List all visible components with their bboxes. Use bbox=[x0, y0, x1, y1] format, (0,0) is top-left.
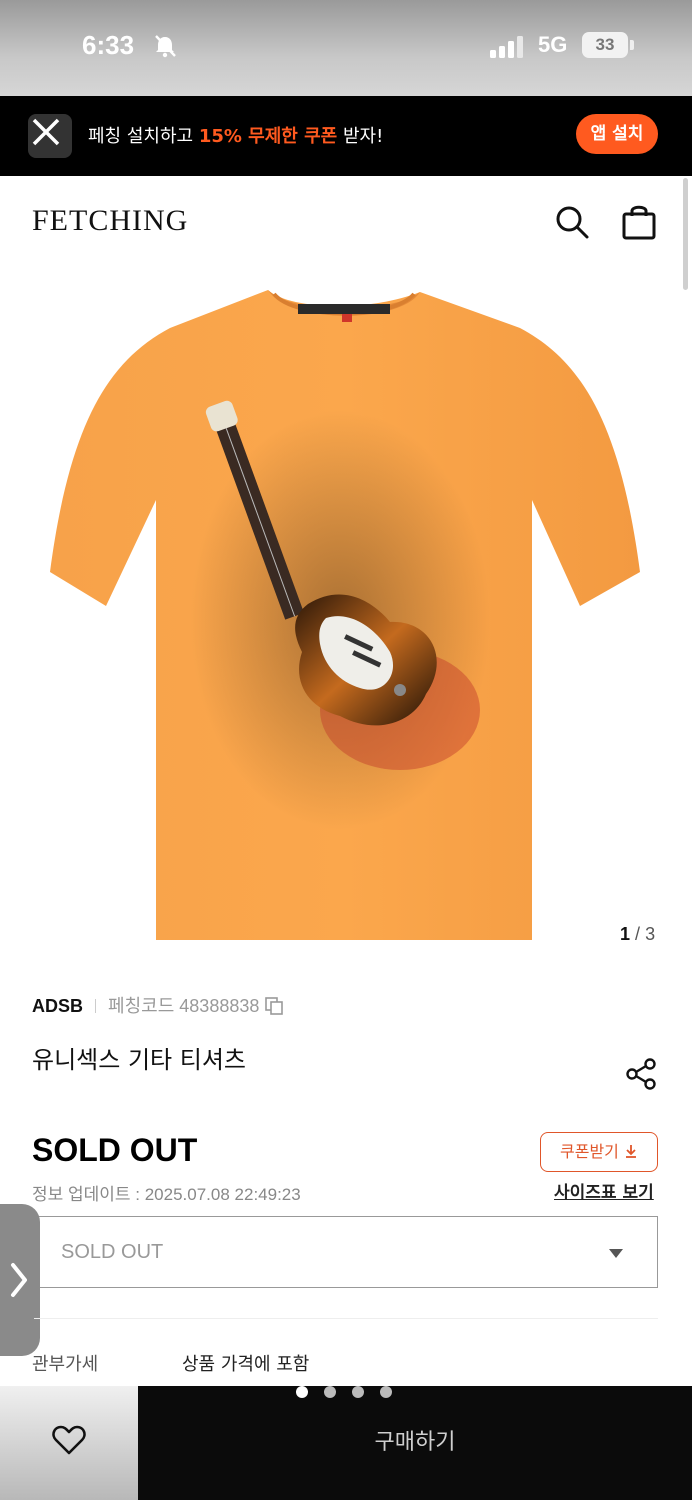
fetching-code-label: 페칭코드 bbox=[108, 996, 175, 1016]
side-drawer-tab[interactable] bbox=[0, 1204, 40, 1356]
carousel-dot-active[interactable] bbox=[296, 1386, 308, 1398]
app-install-banner: 페칭 설치하고 15% 무제한 쿠폰 받자! 앱 설치 bbox=[0, 96, 692, 176]
bell-off-icon bbox=[155, 35, 176, 58]
chevron-down-icon bbox=[609, 1249, 623, 1258]
option-select[interactable]: SOLD OUT bbox=[34, 1216, 658, 1288]
search-icon[interactable] bbox=[554, 204, 590, 240]
fetching-logo[interactable]: FETCHING bbox=[32, 204, 188, 238]
banner-highlight: 15% 무제한 쿠폰 bbox=[198, 126, 338, 147]
share-icon[interactable] bbox=[624, 1056, 660, 1092]
signal-icon bbox=[490, 36, 523, 58]
banner-text-after: 받자! bbox=[337, 126, 384, 147]
bottom-action-bar: 구매하기 bbox=[0, 1386, 692, 1500]
banner-text-before: 페칭 설치하고 bbox=[88, 126, 199, 147]
price-status: SOLD OUT bbox=[32, 1132, 198, 1168]
wishlist-button[interactable] bbox=[0, 1386, 138, 1500]
close-banner-button[interactable] bbox=[28, 114, 72, 158]
carousel-dot[interactable] bbox=[352, 1386, 364, 1398]
heart-icon bbox=[52, 1425, 86, 1455]
section-divider bbox=[34, 1318, 658, 1319]
install-app-button[interactable]: 앱 설치 bbox=[576, 114, 658, 154]
gallery-page-indicator: 1 / 3 bbox=[620, 924, 655, 945]
fetching-code: 48388838 bbox=[179, 996, 260, 1016]
gallery-total-pages: 3 bbox=[645, 924, 656, 944]
network-type: 5G bbox=[538, 32, 568, 57]
size-guide-link[interactable]: 사이즈표 보기 bbox=[554, 1178, 654, 1203]
info-updated: 정보 업데이트 : 2025.07.08 22:49:23 bbox=[32, 1185, 301, 1204]
product-image[interactable] bbox=[40, 280, 650, 952]
status-bar: 6:33 5G 33 bbox=[0, 0, 692, 96]
banner-message: 페칭 설치하고 15% 무제한 쿠폰 받자! bbox=[88, 122, 383, 148]
download-icon bbox=[625, 1145, 636, 1158]
chevron-right-icon bbox=[11, 1263, 27, 1297]
gallery-separator: / bbox=[635, 924, 641, 944]
battery-indicator: 33 bbox=[582, 32, 628, 58]
shopping-bag-icon[interactable] bbox=[620, 202, 658, 240]
carousel-dot[interactable] bbox=[380, 1386, 392, 1398]
battery-cap bbox=[630, 40, 634, 50]
carousel-dots bbox=[296, 1386, 396, 1398]
brand-name[interactable]: ADSB bbox=[32, 996, 83, 1016]
buy-button[interactable]: 구매하기 bbox=[138, 1386, 692, 1500]
carousel-dot[interactable] bbox=[324, 1386, 336, 1398]
coupon-label: 쿠폰받기 bbox=[560, 1142, 619, 1161]
copy-icon[interactable] bbox=[265, 997, 284, 1015]
gallery-current-page: 1 bbox=[620, 924, 631, 944]
brand-row: ADSB 페칭코드 48388838 bbox=[32, 992, 284, 1018]
scrollbar[interactable] bbox=[683, 178, 688, 290]
duty-label: 관부가세 bbox=[32, 1354, 99, 1375]
product-title: 유니섹스 기타 티셔츠 bbox=[32, 1046, 246, 1074]
status-time: 6:33 bbox=[82, 30, 135, 60]
get-coupon-button[interactable]: 쿠폰받기 bbox=[540, 1132, 658, 1172]
duty-value: 상품 가격에 포함 bbox=[182, 1354, 310, 1375]
option-select-value: SOLD OUT bbox=[61, 1241, 164, 1263]
brand-separator bbox=[95, 999, 97, 1013]
site-header: FETCHING bbox=[0, 176, 692, 266]
close-icon bbox=[32, 118, 60, 146]
